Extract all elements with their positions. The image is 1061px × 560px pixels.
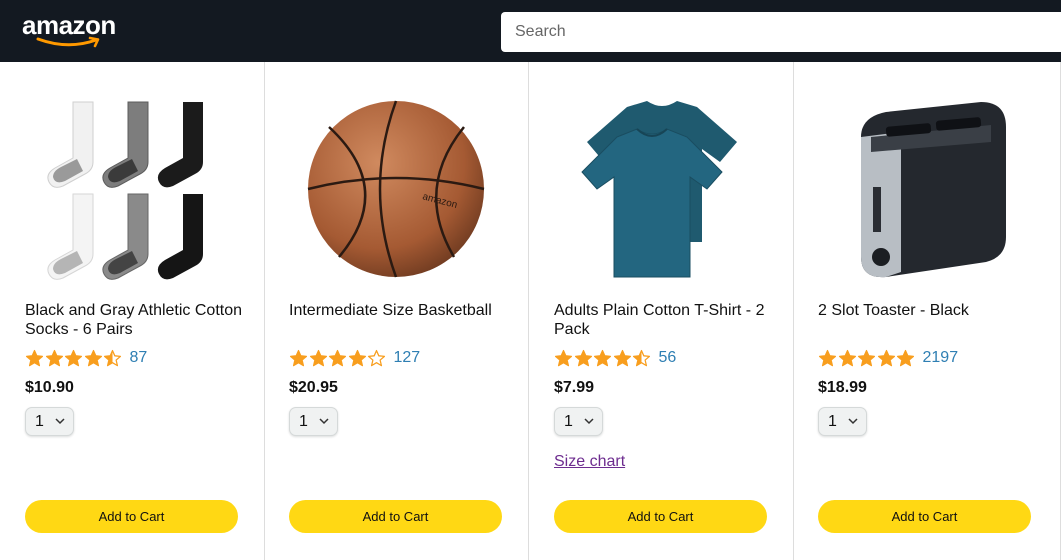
product-rating[interactable]: 56 [554,346,676,370]
star-full-icon [593,349,612,366]
product-price: $7.99 [554,379,595,396]
quantity-select[interactable]: 1 [818,407,867,436]
product-grid: Black and Gray Athletic Cotton Socks - 6… [0,62,1061,560]
rating-stars [818,349,916,368]
star-full-icon [309,349,327,366]
star-half-icon [103,349,122,366]
product-card: Adults Plain Cotton T-Shirt - 2 Pack 56 … [529,62,794,560]
chevron-down-icon [55,418,65,425]
product-price: $10.90 [25,379,74,396]
rating-count[interactable]: 2197 [923,349,959,367]
star-full-icon [818,349,837,366]
star-empty-icon [367,349,386,366]
rating-stars [554,349,652,368]
product-card: 2 Slot Toaster - Black 2197 $18.99 1 Add… [793,62,1061,560]
star-full-icon [574,349,592,366]
product-rating[interactable]: 87 [25,346,147,370]
socks-image[interactable] [25,97,240,282]
quantity-select[interactable]: 1 [554,407,603,436]
product-title[interactable]: 2 Slot Toaster - Black [818,301,1043,320]
chevron-down-icon [584,418,594,425]
size-chart-link[interactable]: Size chart [554,453,625,471]
product-rating[interactable]: 2197 [818,346,958,370]
header: amazon [0,0,1061,62]
star-full-icon [613,349,631,366]
logo-smile-icon [36,36,100,48]
star-full-icon [328,349,347,366]
star-full-icon [896,349,915,366]
star-full-icon [554,349,573,366]
add-to-cart-button[interactable]: Add to Cart [818,500,1031,533]
product-card: Black and Gray Athletic Cotton Socks - 6… [0,62,265,560]
quantity-value: 1 [299,412,308,430]
star-full-icon [45,349,63,366]
add-to-cart-button[interactable]: Add to Cart [25,500,238,533]
star-full-icon [838,349,856,366]
rating-count[interactable]: 87 [130,349,148,367]
product-price: $18.99 [818,379,867,396]
add-to-cart-button[interactable]: Add to Cart [554,500,767,533]
tshirt-image[interactable] [554,97,769,282]
product-title[interactable]: Adults Plain Cotton T-Shirt - 2 Pack [554,301,779,339]
quantity-value: 1 [564,412,573,430]
chevron-down-icon [319,418,329,425]
star-full-icon [84,349,102,366]
chevron-down-icon [848,418,858,425]
star-full-icon [64,349,83,366]
quantity-value: 1 [828,412,837,430]
rating-count[interactable]: 127 [394,349,421,367]
product-card: amazon Intermediate Size Basketball 127 … [264,62,529,560]
star-full-icon [348,349,366,366]
star-full-icon [857,349,876,366]
rating-count[interactable]: 56 [659,349,677,367]
basketball-image[interactable]: amazon [289,97,504,282]
product-title[interactable]: Black and Gray Athletic Cotton Socks - 6… [25,301,250,339]
add-to-cart-button[interactable]: Add to Cart [289,500,502,533]
search-input[interactable] [501,12,1061,52]
rating-stars [25,349,123,368]
star-full-icon [25,349,44,366]
quantity-value: 1 [35,412,44,430]
product-rating[interactable]: 127 [289,346,420,370]
toaster-image[interactable] [818,97,1033,282]
star-full-icon [289,349,308,366]
product-price: $20.95 [289,379,338,396]
quantity-select[interactable]: 1 [289,407,338,436]
star-half-icon [632,349,651,366]
quantity-select[interactable]: 1 [25,407,74,436]
star-full-icon [877,349,895,366]
product-title[interactable]: Intermediate Size Basketball [289,301,514,320]
amazon-logo[interactable]: amazon [22,10,132,50]
rating-stars [289,349,387,368]
